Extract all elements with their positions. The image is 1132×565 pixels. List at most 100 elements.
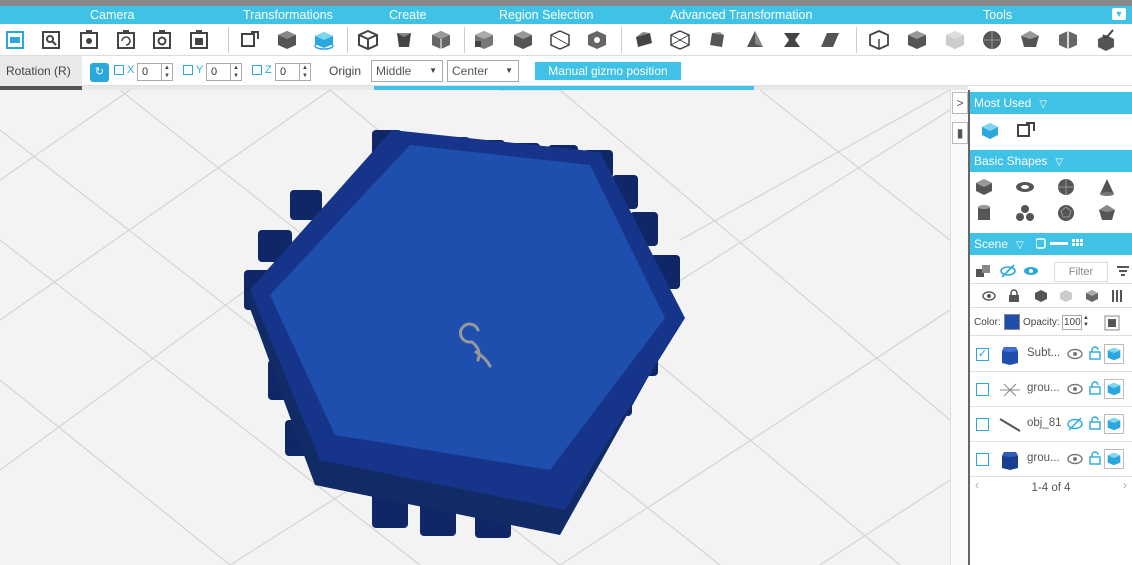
lock-column-icon[interactable] (1008, 289, 1020, 303)
transparent-column-icon[interactable] (1059, 289, 1073, 303)
tool-solid-box-icon[interactable] (906, 29, 928, 51)
3d-viewport[interactable] (0, 90, 950, 565)
wireframe-column-icon[interactable] (1085, 289, 1099, 303)
manual-gizmo-position-button[interactable]: Manual gizmo position (535, 62, 681, 80)
tool-sphere-icon[interactable] (981, 29, 1003, 51)
shape-cube-icon[interactable] (974, 177, 994, 197)
hide-all-icon[interactable] (1000, 264, 1016, 278)
category-region-selection[interactable]: Region Selection (499, 8, 594, 22)
row-checkbox[interactable] (976, 418, 989, 431)
row-checkbox[interactable]: ✓ (976, 348, 989, 361)
show-all-icon[interactable] (1023, 264, 1039, 278)
scene-header[interactable]: Scene ▽ (970, 233, 1132, 255)
taper-icon[interactable] (632, 29, 654, 51)
opacity-input[interactable]: 100 (1062, 315, 1082, 330)
tool-split-icon[interactable] (1057, 29, 1079, 51)
settings-column-icon[interactable] (1110, 289, 1124, 303)
collapse-toolbar-icon[interactable]: ▼ (1112, 8, 1126, 20)
material-icon[interactable] (1104, 315, 1120, 331)
pyramid-icon[interactable] (744, 29, 766, 51)
y-axis-checkbox[interactable] (183, 65, 193, 75)
rotation-mode-icon[interactable]: ↻ (90, 63, 109, 82)
triangle-down-icon[interactable]: ▽ (1055, 157, 1063, 168)
move-icon[interactable] (276, 29, 298, 51)
solid-column-icon[interactable] (1034, 289, 1048, 303)
bend-icon[interactable] (706, 29, 728, 51)
row-checkbox[interactable] (976, 453, 989, 466)
camera-zoom-icon[interactable] (40, 29, 62, 51)
row-checkbox[interactable] (976, 383, 989, 396)
origin-select[interactable]: Middle ▼ (371, 60, 443, 82)
select-edges-icon[interactable] (549, 29, 571, 51)
unlock-icon[interactable] (1089, 346, 1101, 360)
z-axis-checkbox[interactable] (252, 65, 262, 75)
basic-shapes-header[interactable]: Basic Shapes ▽ (970, 150, 1132, 172)
panel-toggle-icon[interactable]: ▮ (952, 122, 968, 144)
opacity-stepper-icon[interactable]: ▲ ▼ (1083, 315, 1089, 329)
eye-icon[interactable] (1067, 451, 1083, 467)
alignment-select[interactable]: Center ▼ (447, 60, 519, 82)
z-rotation-input[interactable]: 0 ▲ ▼ (275, 63, 311, 81)
eye-icon[interactable] (1067, 381, 1083, 397)
tool-transparent-box-icon[interactable] (944, 29, 966, 51)
filter-icon[interactable] (1116, 264, 1130, 278)
color-swatch[interactable] (1004, 314, 1020, 330)
category-create[interactable]: Create (389, 8, 427, 22)
group-icon[interactable] (976, 264, 994, 278)
chevron-right-icon[interactable]: › (1123, 480, 1127, 492)
shape-cone-icon[interactable] (1097, 177, 1117, 197)
camera-reset-icon[interactable] (188, 29, 210, 51)
create-extrude-icon[interactable] (393, 29, 415, 51)
shape-sphere-icon[interactable] (1056, 177, 1076, 197)
expand-panel-icon[interactable]: > (952, 92, 968, 114)
eye-column-icon[interactable] (982, 290, 996, 302)
select-vertices-icon[interactable] (586, 29, 608, 51)
unlock-icon[interactable] (1089, 416, 1101, 430)
eye-icon[interactable] (1067, 346, 1083, 362)
scene-canvas[interactable] (0, 90, 950, 565)
most-used-header[interactable]: Most Used ▽ (970, 92, 1132, 114)
create-box-icon[interactable] (357, 29, 379, 51)
unlock-icon[interactable] (1089, 451, 1101, 465)
scene-row[interactable]: ✓ Subt... (970, 337, 1132, 372)
triangle-down-icon[interactable]: ▽ (1016, 240, 1024, 251)
category-tools[interactable]: Tools (983, 8, 1012, 22)
shape-cylinder-icon[interactable] (974, 203, 994, 223)
x-rotation-input[interactable]: 0 ▲ ▼ (137, 63, 173, 81)
x-axis-checkbox[interactable] (114, 65, 124, 75)
y-stepper-icon[interactable]: ▲ ▼ (230, 64, 241, 80)
scene-row[interactable]: obj_81 (970, 407, 1132, 442)
scale-icon[interactable] (239, 29, 261, 51)
shape-polyhedron-icon[interactable] (1097, 203, 1117, 223)
hidden-eye-icon[interactable] (1067, 416, 1083, 432)
select-region-icon[interactable] (473, 29, 495, 51)
x-stepper-icon[interactable]: ▲ ▼ (161, 64, 172, 80)
solid-cube-icon[interactable] (1104, 344, 1124, 364)
solid-cube-icon[interactable] (1104, 379, 1124, 399)
tool-box-outline-icon[interactable] (868, 29, 890, 51)
view-mode-toggle-icon[interactable] (1036, 238, 1092, 250)
pinch-icon[interactable] (781, 29, 803, 51)
create-mesh-icon[interactable] (430, 29, 452, 51)
shape-torus-icon[interactable] (1015, 177, 1035, 197)
tool-check-icon[interactable] (1095, 29, 1117, 51)
unlock-icon[interactable] (1089, 381, 1101, 395)
triangle-down-icon[interactable]: ▽ (1039, 99, 1047, 110)
shear-icon[interactable] (819, 29, 841, 51)
select-faces-icon[interactable] (512, 29, 534, 51)
scene-row[interactable]: grou... (970, 372, 1132, 407)
scene-row[interactable]: grou... (970, 442, 1132, 477)
solid-cube-icon[interactable] (1104, 449, 1124, 469)
y-rotation-input[interactable]: 0 ▲ ▼ (206, 63, 242, 81)
camera-settings-icon[interactable] (151, 29, 173, 51)
shape-geosphere-icon[interactable] (1056, 203, 1076, 223)
scale-icon[interactable] (1016, 121, 1036, 141)
camera-3d-view-icon[interactable] (4, 29, 26, 51)
category-transformations[interactable]: Transformations (243, 8, 333, 22)
rotate-icon[interactable] (980, 121, 1000, 141)
twist-icon[interactable] (669, 29, 691, 51)
camera-pan-icon[interactable] (78, 29, 100, 51)
category-camera[interactable]: Camera (90, 8, 134, 22)
category-advanced-transformation[interactable]: Advanced Transformation (670, 8, 812, 22)
solid-cube-icon[interactable] (1104, 414, 1124, 434)
